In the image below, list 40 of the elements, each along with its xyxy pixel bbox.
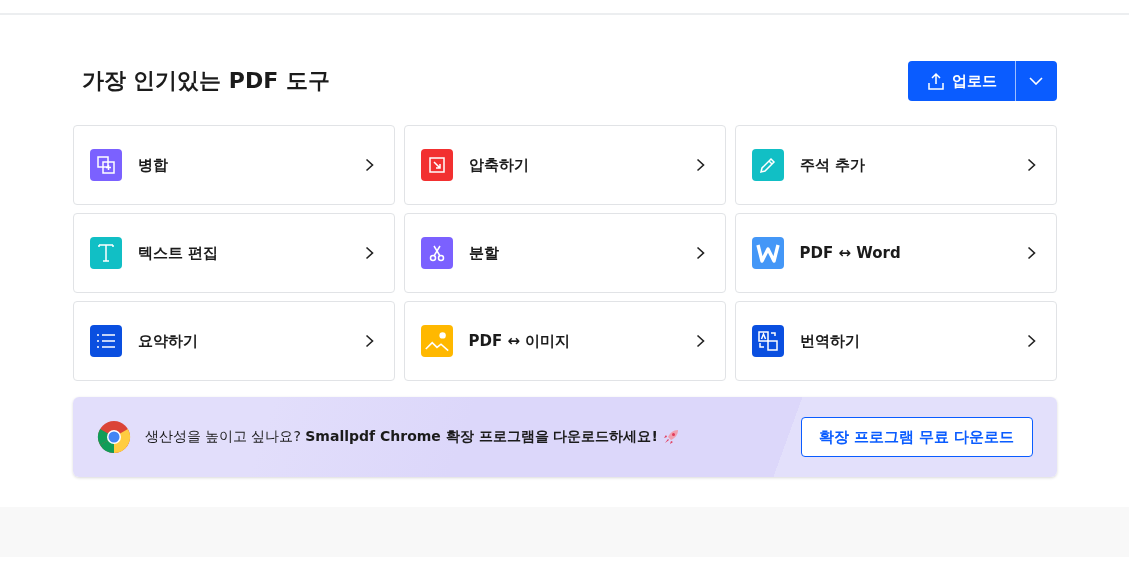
rocket-icon (662, 428, 681, 446)
tool-card[interactable]: 번역하기 (734, 301, 1057, 381)
chevron-right-icon (1026, 334, 1036, 348)
download-extension-button[interactable]: 확장 프로그램 무료 다운로드 (800, 417, 1033, 457)
upload-icon (927, 72, 944, 90)
chevron-right-icon (695, 246, 705, 260)
chevron-right-icon (364, 158, 374, 172)
tool-label: PDF ↔ 이미지 (468, 331, 572, 351)
tool-card[interactable]: 주석 추가 (734, 125, 1057, 205)
text-icon (95, 242, 116, 264)
tool-label: 분할 (468, 243, 500, 263)
browser-logo-icon (96, 420, 131, 454)
tool-card[interactable]: 압축하기 (403, 125, 726, 205)
chevron-right-icon (1026, 246, 1036, 260)
compress-icon (426, 155, 447, 175)
tool-label: 요약하기 (137, 331, 199, 351)
upload-button[interactable]: 업로드 (907, 61, 1016, 101)
pencil-icon (757, 155, 778, 175)
merge-icon (95, 155, 116, 175)
tool-label: 압축하기 (468, 155, 530, 175)
tool-card[interactable]: PDF ↔ 이미지 (403, 301, 726, 381)
tool-card[interactable]: 병합 (72, 125, 395, 205)
tool-label: PDF ↔ Word (799, 244, 902, 262)
list-icon (94, 331, 117, 351)
promo-text: 생산성을 높이고 싶나요? Smallpdf Chrome 확장 프로그램을 다운로드하세요! (144, 428, 787, 446)
tool-card[interactable]: 분할 (403, 213, 726, 293)
chevron-right-icon (364, 246, 374, 260)
chevron-right-icon (695, 334, 705, 348)
tool-label: 병합 (137, 155, 169, 175)
section-title: 가장 인기있는 PDF 도구 (81, 67, 330, 95)
chevron-right-icon (364, 334, 374, 348)
tool-label: 번역하기 (799, 331, 861, 351)
tool-card[interactable]: 텍스트 편집 (72, 213, 395, 293)
tool-label: 텍스트 편집 (137, 243, 219, 263)
chevron-right-icon (1026, 158, 1036, 172)
chevron-down-icon (1029, 77, 1043, 85)
tool-card[interactable]: 요약하기 (72, 301, 395, 381)
chevron-right-icon (695, 158, 705, 172)
tool-label: 주석 추가 (799, 155, 866, 175)
tool-card[interactable]: PDF ↔ Word (734, 213, 1057, 293)
